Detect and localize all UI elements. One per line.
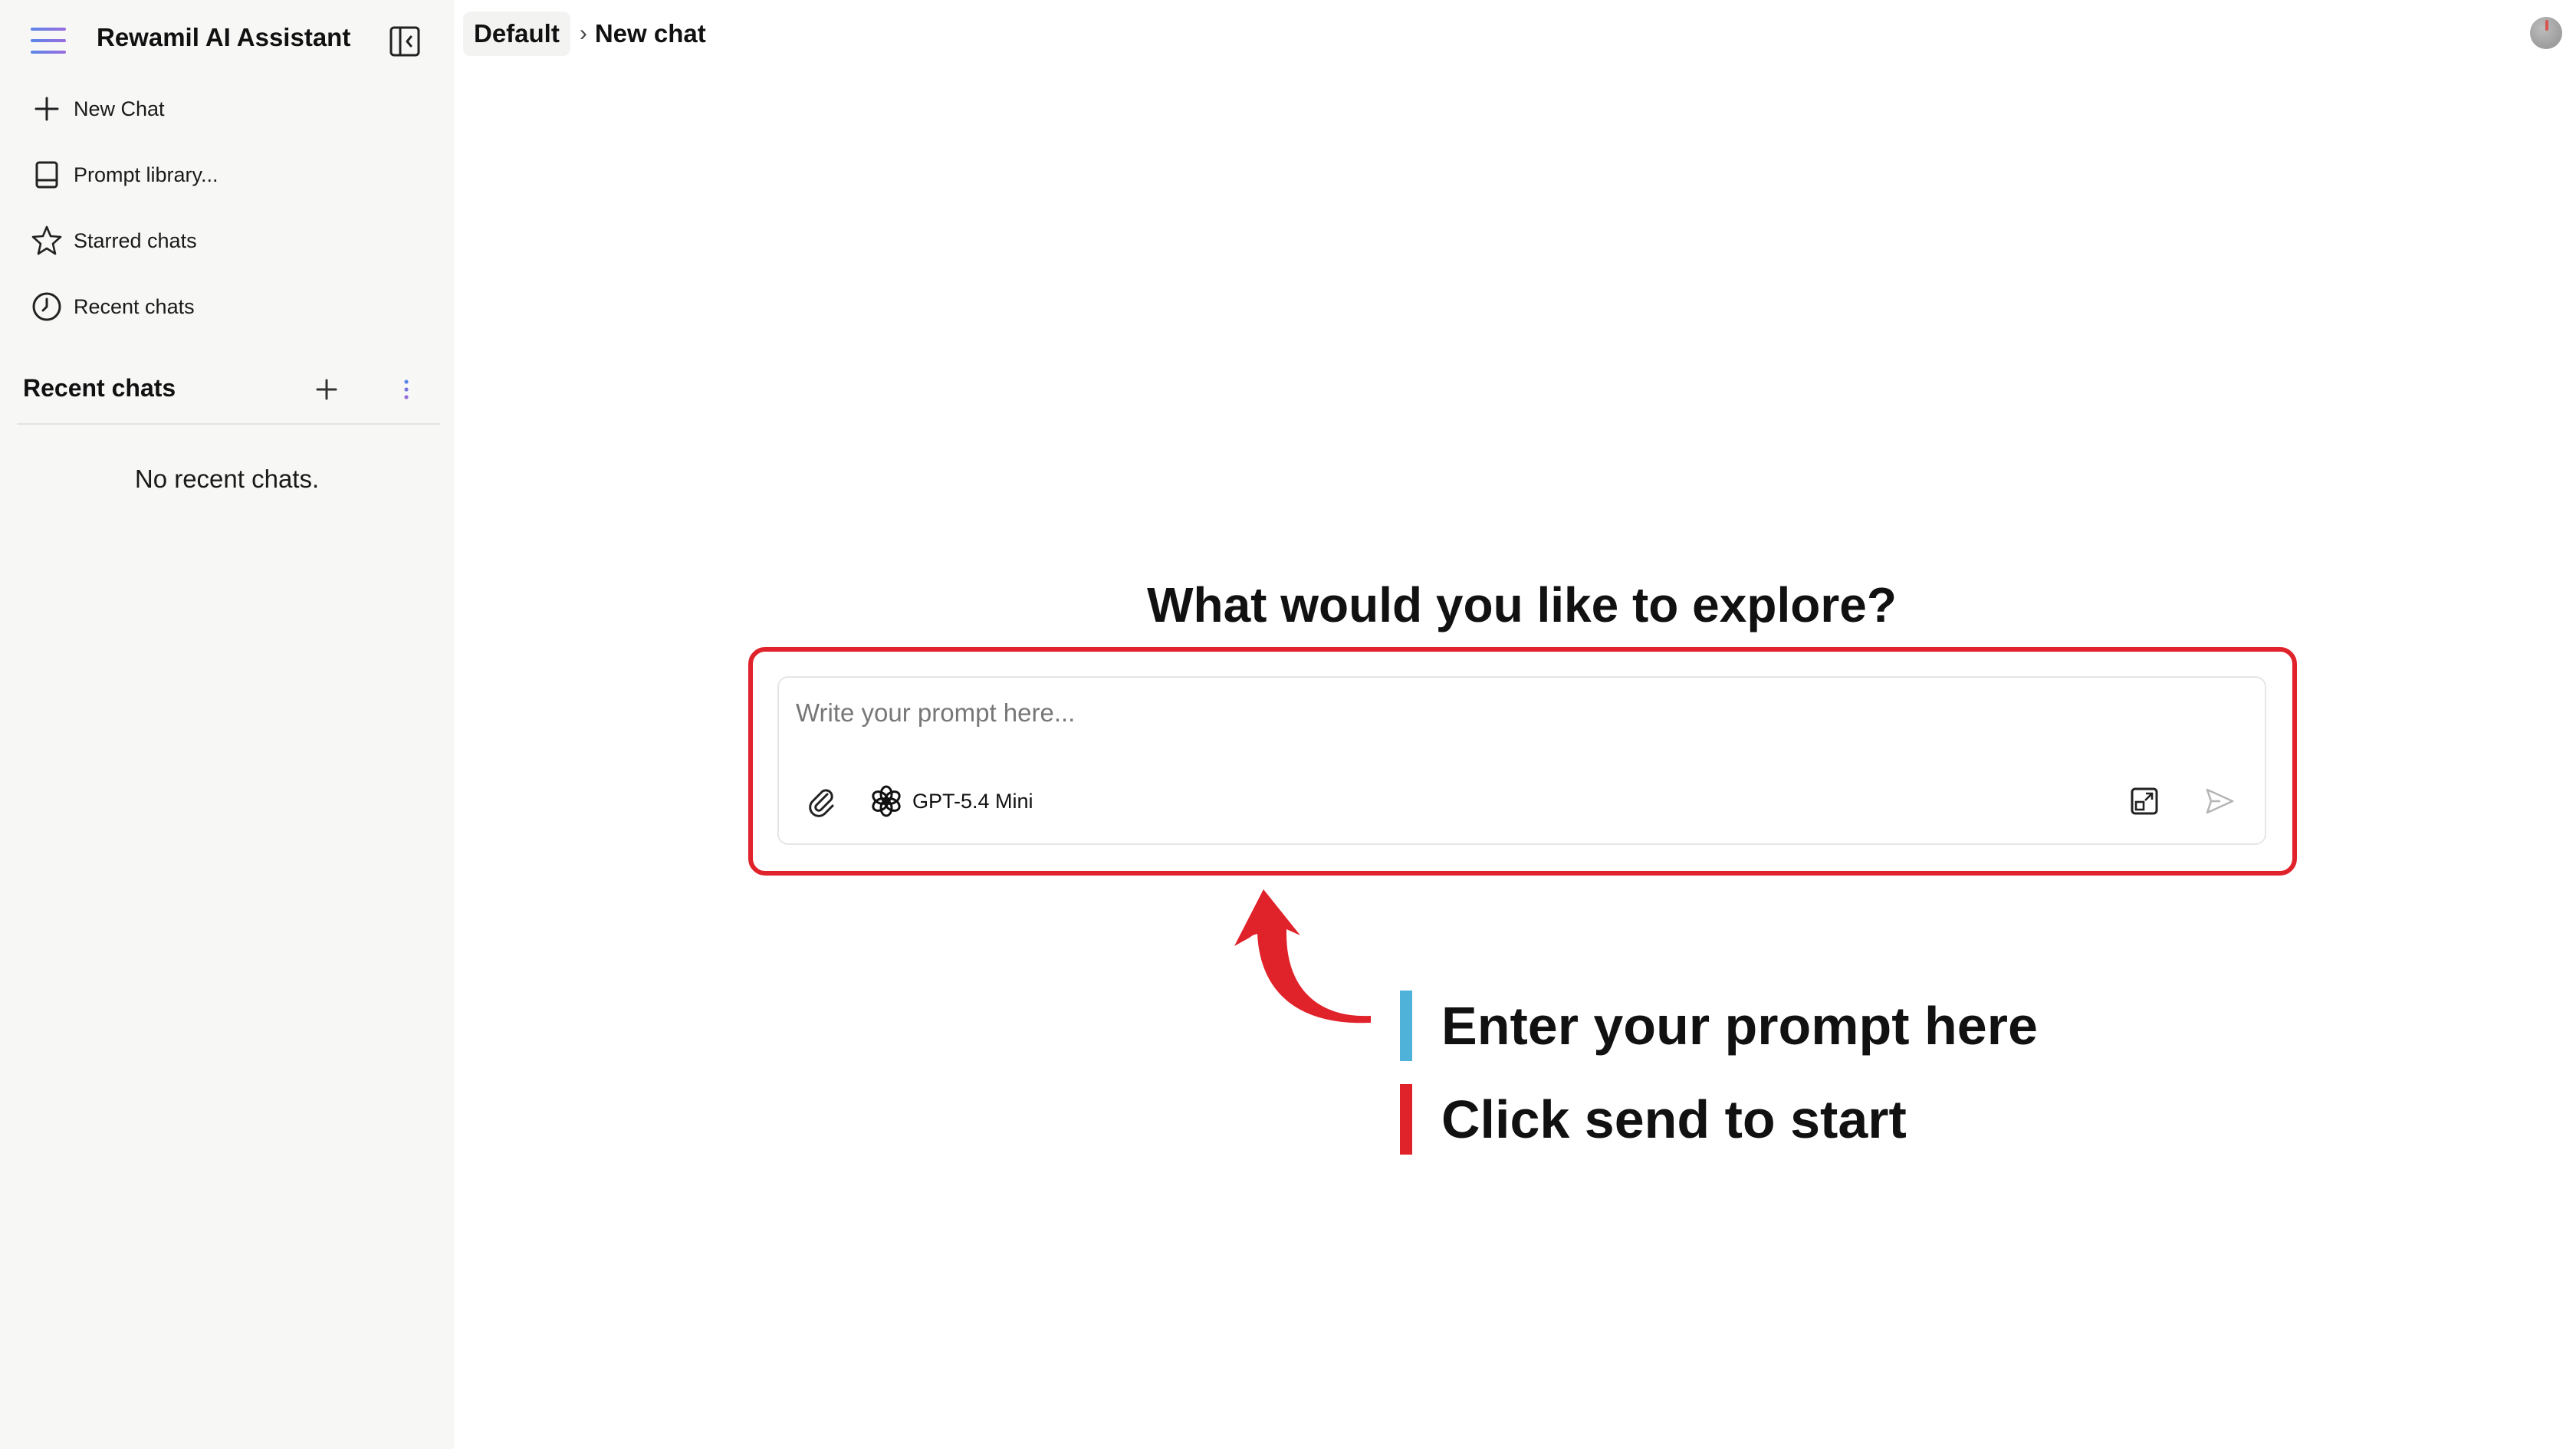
recent-chats-button[interactable]: Recent chats bbox=[29, 284, 428, 330]
sidebar: Rewamil AI Assistant New Chat Prompt lib… bbox=[0, 0, 454, 1449]
section-divider bbox=[17, 423, 440, 425]
add-chat-icon[interactable] bbox=[311, 374, 342, 405]
send-icon[interactable] bbox=[2202, 784, 2237, 819]
recent-chats-label: Recent chats bbox=[74, 294, 195, 318]
breadcrumb-separator-icon: › bbox=[579, 21, 587, 46]
hint-click-send-text: Click send to start bbox=[1441, 1089, 1907, 1149]
recent-chats-section-header: Recent chats bbox=[23, 368, 439, 411]
breadcrumb-current: New chat bbox=[594, 19, 706, 48]
hint-bar-blue bbox=[1400, 991, 1412, 1061]
starred-chats-label: Starred chats bbox=[74, 228, 197, 252]
book-icon bbox=[29, 157, 64, 192]
curved-arrow-icon bbox=[1234, 889, 1371, 1024]
new-chat-button[interactable]: New Chat bbox=[29, 86, 428, 132]
new-chat-label: New Chat bbox=[74, 97, 165, 120]
hint-click-send: Click send to start bbox=[1400, 1084, 1907, 1155]
expand-icon[interactable] bbox=[2127, 784, 2162, 819]
starred-chats-button[interactable]: Starred chats bbox=[29, 218, 428, 264]
no-recent-chats-text: No recent chats. bbox=[134, 465, 320, 493]
breadcrumb: Default › New chat bbox=[463, 9, 706, 58]
sidebar-header: Rewamil AI Assistant bbox=[0, 0, 454, 83]
avatar[interactable] bbox=[2530, 17, 2562, 49]
breadcrumb-default[interactable]: Default bbox=[463, 12, 570, 56]
openai-logo-icon bbox=[872, 785, 901, 817]
menu-icon[interactable] bbox=[31, 28, 66, 54]
recent-chats-section-title: Recent chats bbox=[23, 374, 176, 402]
model-label: GPT-5.4 Mini bbox=[912, 789, 1033, 813]
more-options-icon[interactable] bbox=[391, 374, 422, 405]
prompt-input[interactable] bbox=[793, 690, 2249, 736]
prompt-composer: GPT-5.4 Mini bbox=[777, 676, 2266, 845]
hint-bar-red bbox=[1400, 1084, 1412, 1155]
page-headline: What would you like to explore? bbox=[1147, 577, 1897, 632]
clock-icon bbox=[29, 289, 64, 324]
plus-icon bbox=[29, 91, 64, 127]
paperclip-icon[interactable] bbox=[802, 782, 840, 820]
star-icon bbox=[29, 223, 64, 258]
model-selector[interactable]: GPT-5.4 Mini bbox=[868, 780, 1033, 822]
prompt-library-button[interactable]: Prompt library... bbox=[29, 152, 428, 198]
collapse-sidebar-icon[interactable] bbox=[388, 25, 422, 58]
app-title: Rewamil AI Assistant bbox=[97, 23, 351, 51]
hint-enter-prompt-text: Enter your prompt here bbox=[1441, 996, 2038, 1056]
prompt-library-label: Prompt library... bbox=[74, 163, 219, 186]
hint-enter-prompt: Enter your prompt here bbox=[1400, 991, 2038, 1061]
